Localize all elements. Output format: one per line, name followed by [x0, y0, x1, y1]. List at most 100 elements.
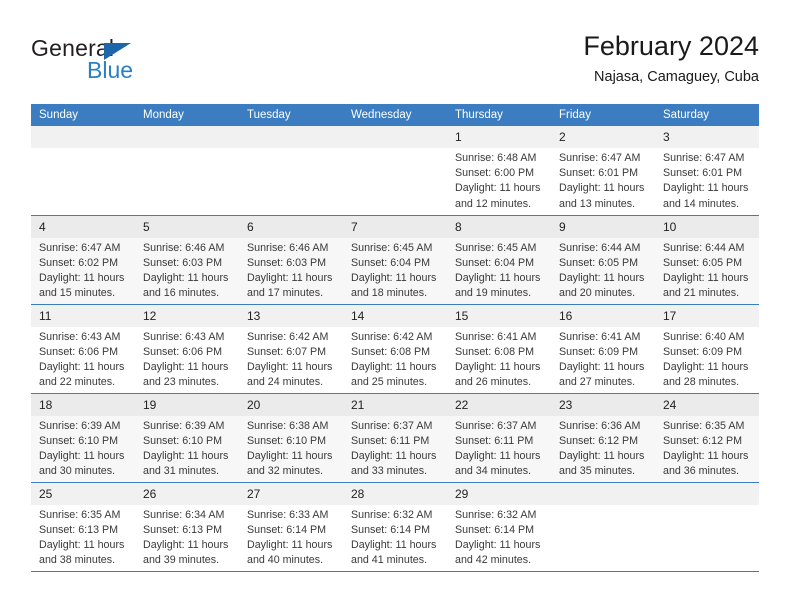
calendar-day-cell[interactable]: 13 Sunrise: 6:42 AM Sunset: 6:07 PM Dayligh… [239, 304, 343, 394]
day-event-line: Sunset: 6:01 PM [559, 167, 639, 180]
day-cell-inner: 11 Sunrise: 6:43 AM Sunset: 6:06 PM Dayligh… [31, 304, 135, 393]
calendar-day-cell[interactable]: 10 Sunrise: 6:44 AM Sunset: 6:05 PM Dayligh… [655, 215, 759, 305]
day-event-line: and 14 minutes. [663, 197, 740, 210]
calendar-day-cell[interactable]: 19 Sunrise: 6:39 AM Sunset: 6:10 PM Dayligh… [135, 393, 239, 483]
calendar-day-cell[interactable]: 26 Sunrise: 6:34 AM Sunset: 6:13 PM Dayligh… [135, 482, 239, 572]
day-cell-events: Sunrise: 6:39 AM Sunset: 6:10 PM Daylight:… [31, 416, 135, 480]
day-cell-inner: 26 Sunrise: 6:34 AM Sunset: 6:13 PM Dayligh… [135, 482, 239, 571]
day-event-line: Daylight: 11 hours [39, 449, 125, 462]
day-event-line: Sunrise: 6:32 AM [455, 508, 537, 521]
day-event-line: and 30 minutes. [39, 465, 116, 478]
general-blue-logo[interactable]: General Blue [31, 35, 231, 89]
calendar-day-cell[interactable]: 9 Sunrise: 6:44 AM Sunset: 6:05 PM Daylight… [551, 215, 655, 305]
day-cell-inner: 1 Sunrise: 6:48 AM Sunset: 6:00 PM Daylight… [447, 126, 551, 215]
day-event-line: Daylight: 11 hours [663, 271, 749, 284]
day-event-line: Sunset: 6:11 PM [455, 434, 534, 447]
calendar-day-cell[interactable]: 17 Sunrise: 6:40 AM Sunset: 6:09 PM Dayligh… [655, 304, 759, 394]
weekday-header-cell: Monday [135, 104, 239, 126]
day-cell-inner: 3 Sunrise: 6:47 AM Sunset: 6:01 PM Daylight… [655, 126, 759, 215]
calendar-day-cell[interactable]: 1 Sunrise: 6:48 AM Sunset: 6:00 PM Daylight… [447, 126, 551, 216]
day-event-line: Sunset: 6:00 PM [455, 167, 535, 180]
calendar-week-row: 11 Sunrise: 6:43 AM Sunset: 6:06 PM Dayligh… [31, 304, 759, 394]
day-cell-events: Sunrise: 6:44 AM Sunset: 6:05 PM Daylight:… [551, 238, 655, 302]
day-event-line: Daylight: 11 hours [143, 538, 229, 551]
day-number: 21 [343, 393, 447, 416]
calendar-day-cell-empty [655, 482, 759, 572]
calendar-day-cell[interactable]: 24 Sunrise: 6:35 AM Sunset: 6:12 PM Dayligh… [655, 393, 759, 483]
day-event-line: Sunset: 6:03 PM [143, 256, 223, 269]
day-event-line: and 33 minutes. [351, 465, 428, 478]
day-event-line: Sunrise: 6:33 AM [247, 508, 329, 521]
calendar-day-cell[interactable]: 12 Sunrise: 6:43 AM Sunset: 6:06 PM Dayligh… [135, 304, 239, 394]
day-event-line: and 21 minutes. [663, 287, 740, 300]
calendar-day-cell[interactable]: 8 Sunrise: 6:45 AM Sunset: 6:04 PM Daylight… [447, 215, 551, 305]
calendar-day-cell[interactable]: 2 Sunrise: 6:47 AM Sunset: 6:01 PM Daylight… [551, 126, 655, 216]
calendar-day-cell[interactable]: 18 Sunrise: 6:39 AM Sunset: 6:10 PM Dayligh… [31, 393, 135, 483]
day-cell-inner: 2 Sunrise: 6:47 AM Sunset: 6:01 PM Daylight… [551, 126, 655, 215]
day-event-line: Sunrise: 6:42 AM [247, 330, 329, 343]
day-event-line: Daylight: 11 hours [351, 271, 437, 284]
calendar-day-cell[interactable]: 16 Sunrise: 6:41 AM Sunset: 6:09 PM Dayligh… [551, 304, 655, 394]
day-cell-inner: 18 Sunrise: 6:39 AM Sunset: 6:10 PM Dayligh… [31, 393, 135, 482]
calendar-day-cell[interactable]: 4 Sunrise: 6:47 AM Sunset: 6:02 PM Daylight… [31, 215, 135, 305]
day-cell-inner: 9 Sunrise: 6:44 AM Sunset: 6:05 PM Daylight… [551, 215, 655, 304]
day-event-line: Sunset: 6:01 PM [663, 167, 743, 180]
day-event-line: Daylight: 11 hours [663, 449, 749, 462]
day-number: 20 [239, 393, 343, 416]
day-cell-events: Sunrise: 6:41 AM Sunset: 6:09 PM Daylight:… [551, 327, 655, 391]
day-number: 3 [655, 126, 759, 148]
day-cell-inner: 21 Sunrise: 6:37 AM Sunset: 6:11 PM Dayligh… [343, 393, 447, 482]
day-event-line: Sunrise: 6:47 AM [663, 152, 745, 164]
day-cell-events: Sunrise: 6:42 AM Sunset: 6:07 PM Daylight:… [239, 327, 343, 391]
day-event-line: Sunrise: 6:35 AM [663, 419, 745, 432]
day-event-line: Sunrise: 6:42 AM [351, 330, 433, 343]
day-event-line: Sunrise: 6:36 AM [559, 419, 641, 432]
day-event-line: Sunset: 6:09 PM [663, 345, 743, 358]
day-event-line: Sunrise: 6:48 AM [455, 152, 537, 164]
weekday-header-cell: Wednesday [343, 104, 447, 126]
calendar-day-cell[interactable]: 11 Sunrise: 6:43 AM Sunset: 6:06 PM Dayligh… [31, 304, 135, 394]
day-event-line: Sunset: 6:03 PM [247, 256, 327, 269]
day-event-line: Sunrise: 6:46 AM [143, 241, 225, 254]
day-number: 7 [343, 215, 447, 238]
calendar-day-cell[interactable]: 29 Sunrise: 6:32 AM Sunset: 6:14 PM Dayligh… [447, 482, 551, 572]
day-event-line: Sunrise: 6:39 AM [143, 419, 225, 432]
day-event-line: Daylight: 11 hours [247, 538, 333, 551]
day-event-line: and 25 minutes. [351, 376, 428, 389]
calendar-day-cell[interactable]: 21 Sunrise: 6:37 AM Sunset: 6:11 PM Dayligh… [343, 393, 447, 483]
day-cell-events [655, 505, 759, 508]
calendar-day-cell[interactable]: 23 Sunrise: 6:36 AM Sunset: 6:12 PM Dayligh… [551, 393, 655, 483]
weekday-header-cell: Saturday [655, 104, 759, 126]
day-cell-inner: 5 Sunrise: 6:46 AM Sunset: 6:03 PM Daylight… [135, 215, 239, 304]
calendar-day-cell[interactable]: 7 Sunrise: 6:45 AM Sunset: 6:04 PM Daylight… [343, 215, 447, 305]
calendar-day-cell[interactable]: 28 Sunrise: 6:32 AM Sunset: 6:14 PM Dayligh… [343, 482, 447, 572]
day-cell-events: Sunrise: 6:36 AM Sunset: 6:12 PM Daylight:… [551, 416, 655, 480]
day-cell-inner: 23 Sunrise: 6:36 AM Sunset: 6:12 PM Dayligh… [551, 393, 655, 482]
calendar-day-cell-empty [31, 126, 135, 216]
day-event-line: Daylight: 11 hours [351, 538, 437, 551]
day-cell-events: Sunrise: 6:45 AM Sunset: 6:04 PM Daylight:… [343, 238, 447, 302]
day-event-line: Daylight: 11 hours [247, 449, 333, 462]
calendar-day-cell[interactable]: 15 Sunrise: 6:41 AM Sunset: 6:08 PM Dayligh… [447, 304, 551, 394]
day-event-line: Sunset: 6:08 PM [455, 345, 535, 358]
calendar-day-cell[interactable]: 6 Sunrise: 6:46 AM Sunset: 6:03 PM Daylight… [239, 215, 343, 305]
day-event-line: Sunrise: 6:37 AM [455, 419, 537, 432]
day-number: 1 [447, 126, 551, 148]
day-cell-inner: 16 Sunrise: 6:41 AM Sunset: 6:09 PM Dayligh… [551, 304, 655, 393]
calendar-day-cell[interactable]: 3 Sunrise: 6:47 AM Sunset: 6:01 PM Daylight… [655, 126, 759, 216]
day-number: 15 [447, 304, 551, 327]
day-event-line: and 20 minutes. [559, 287, 636, 300]
weekday-header-cell: Tuesday [239, 104, 343, 126]
calendar-day-cell[interactable]: 20 Sunrise: 6:38 AM Sunset: 6:10 PM Dayligh… [239, 393, 343, 483]
day-event-line: and 40 minutes. [247, 554, 324, 567]
calendar-day-cell[interactable]: 22 Sunrise: 6:37 AM Sunset: 6:11 PM Dayligh… [447, 393, 551, 483]
calendar-day-cell[interactable]: 27 Sunrise: 6:33 AM Sunset: 6:14 PM Dayligh… [239, 482, 343, 572]
calendar-week-row: 18 Sunrise: 6:39 AM Sunset: 6:10 PM Dayligh… [31, 393, 759, 483]
day-event-line: Daylight: 11 hours [143, 271, 229, 284]
calendar-day-cell[interactable]: 25 Sunrise: 6:35 AM Sunset: 6:13 PM Dayligh… [31, 482, 135, 572]
day-event-line: and 22 minutes. [39, 376, 116, 389]
calendar-day-cell[interactable]: 14 Sunrise: 6:42 AM Sunset: 6:08 PM Dayligh… [343, 304, 447, 394]
day-number: 4 [31, 215, 135, 238]
calendar-day-cell[interactable]: 5 Sunrise: 6:46 AM Sunset: 6:03 PM Daylight… [135, 215, 239, 305]
day-event-line: and 36 minutes. [663, 465, 740, 478]
